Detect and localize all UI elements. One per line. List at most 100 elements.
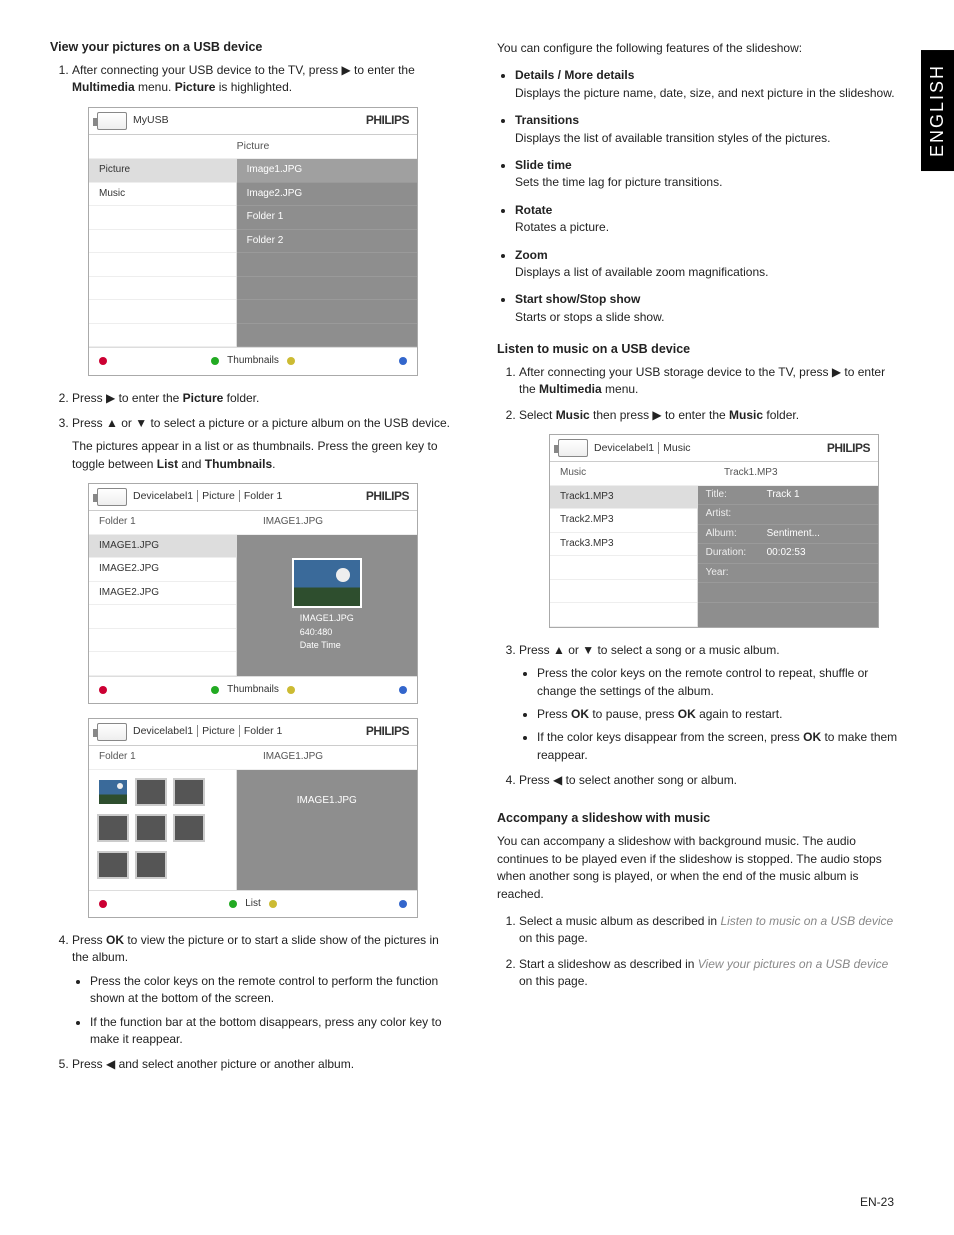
ui-folder-list-screenshot: Devicelabel1PictureFolder 1 PHILIPS Fold… [88, 483, 418, 704]
slideshow-intro: You can configure the following features… [497, 40, 904, 57]
list-item: Picture [89, 159, 236, 183]
listen-sub-3: If the color keys disappear from the scr… [537, 729, 904, 764]
usb-icon [558, 439, 588, 457]
left-arrow-icon: ◀ [553, 773, 562, 787]
usb-icon [97, 723, 127, 741]
yellow-dot-icon [269, 900, 277, 908]
view-step-5: Press ◀ and select another picture or an… [72, 1056, 457, 1073]
red-dot-icon [99, 357, 107, 365]
green-dot-icon [211, 686, 219, 694]
usb-icon [97, 488, 127, 506]
page-columns: View your pictures on a USB device After… [50, 40, 904, 1082]
view-step-4: Press OK to view the picture or to start… [72, 932, 457, 1048]
accompany-steps-list: Select a music album as described in Lis… [497, 913, 904, 991]
list-item: Track3.MP3 [550, 533, 697, 557]
heading-listen-music: Listen to music on a USB device [497, 342, 904, 356]
down-arrow-icon: ▼ [582, 643, 594, 657]
list-item: Track2.MP3 [550, 509, 697, 533]
list-item: IMAGE2.JPG [89, 582, 236, 606]
up-arrow-icon: ▲ [553, 643, 565, 657]
ui-folder-thumbnails-screenshot: Devicelabel1PictureFolder 1 PHILIPS Fold… [88, 718, 418, 918]
thumbnail-grid [89, 770, 237, 890]
philips-logo: PHILIPS [366, 488, 409, 505]
breadcrumb: Devicelabel1Music [594, 441, 695, 456]
ui-metadata-pane: Title:Track 1 Artist: Album:Sentiment...… [698, 486, 878, 627]
heading-view-pictures: View your pictures on a USB device [50, 40, 457, 54]
feature-rotate: RotateRotates a picture. [515, 202, 904, 237]
yellow-dot-icon [287, 686, 295, 694]
list-item: Image1.JPG [237, 159, 417, 183]
breadcrumb: Devicelabel1PictureFolder 1 [133, 489, 286, 504]
thumbnail [135, 778, 167, 806]
list-item: Track1.MP3 [550, 486, 697, 510]
right-arrow-icon: ▶ [106, 391, 115, 405]
list-item: Folder 2 [237, 230, 417, 254]
listen-step-1: After connecting your USB storage device… [519, 364, 904, 399]
thumbnail [173, 814, 205, 842]
left-arrow-icon: ◀ [106, 1057, 115, 1071]
thumbnail [97, 851, 129, 879]
thumbnail [135, 814, 167, 842]
down-arrow-icon: ▼ [135, 416, 147, 430]
list-item: Folder 1 [237, 206, 417, 230]
usb-icon [97, 112, 127, 130]
heading-accompany: Accompany a slideshow with music [497, 811, 904, 825]
list-item: IMAGE1.JPG [89, 535, 236, 559]
breadcrumb: Devicelabel1PictureFolder 1 [133, 724, 286, 739]
ui-preview-pane: IMAGE1.JPG [237, 770, 417, 890]
feature-start-stop: Start show/Stop showStarts or stops a sl… [515, 291, 904, 326]
ui-footer-bar: List [89, 890, 417, 918]
view-steps-list: After connecting your USB device to the … [50, 62, 457, 1074]
ui-footer-bar: Thumbnails [89, 347, 417, 375]
view-step-1: After connecting your USB device to the … [72, 62, 457, 376]
breadcrumb: MyUSB [133, 113, 173, 128]
red-dot-icon [99, 900, 107, 908]
ui-music-screenshot: Devicelabel1Music PHILIPS Music Track1.M… [549, 434, 879, 628]
blue-dot-icon [399, 686, 407, 694]
ui-right-pane: Image1.JPG Image2.JPG Folder 1 Folder 2 [237, 159, 417, 347]
view-step-4-sub1: Press the color keys on the remote contr… [90, 973, 457, 1008]
listen-steps-list: After connecting your USB storage device… [497, 364, 904, 789]
listen-step-4: Press ◀ to select another song or album. [519, 772, 904, 789]
accompany-step-2: Start a slideshow as described in View y… [519, 956, 904, 991]
list-item: Music [89, 183, 236, 207]
up-arrow-icon: ▲ [106, 416, 118, 430]
thumbnail [97, 814, 129, 842]
feature-zoom: ZoomDisplays a list of available zoom ma… [515, 247, 904, 282]
listen-step-3: Press ▲ or ▼ to select a song or a music… [519, 642, 904, 764]
ui-myusb-screenshot: MyUSB PHILIPS Picture Picture Music [88, 107, 418, 376]
philips-logo: PHILIPS [827, 440, 870, 457]
page-number: EN-23 [860, 1195, 894, 1209]
list-item: Image2.JPG [237, 183, 417, 207]
blue-dot-icon [399, 357, 407, 365]
ui-left-pane: Track1.MP3 Track2.MP3 Track3.MP3 [550, 486, 698, 627]
ui-preview-pane: IMAGE1.JPG 640:480 Date Time [237, 535, 417, 676]
philips-logo: PHILIPS [366, 112, 409, 129]
slideshow-features-list: Details / More detailsDisplays the pictu… [497, 67, 904, 326]
red-dot-icon [99, 686, 107, 694]
thumbnail [97, 778, 129, 806]
feature-transitions: TransitionsDisplays the list of availabl… [515, 112, 904, 147]
green-dot-icon [229, 900, 237, 908]
list-item: IMAGE2.JPG [89, 558, 236, 582]
ui-left-pane: Picture Music [89, 159, 237, 347]
feature-details: Details / More detailsDisplays the pictu… [515, 67, 904, 102]
green-dot-icon [211, 357, 219, 365]
listen-sub-2: Press OK to pause, press OK again to res… [537, 706, 904, 723]
right-arrow-icon: ▶ [341, 63, 350, 77]
ui-left-pane: IMAGE1.JPG IMAGE2.JPG IMAGE2.JPG [89, 535, 237, 676]
philips-logo: PHILIPS [366, 723, 409, 740]
thumbnail [173, 778, 205, 806]
right-arrow-icon: ▶ [652, 408, 661, 422]
listen-sub-1: Press the color keys on the remote contr… [537, 665, 904, 700]
right-column: You can configure the following features… [497, 40, 904, 1082]
feature-slide-time: Slide timeSets the time lag for picture … [515, 157, 904, 192]
view-step-2: Press ▶ to enter the Picture folder. [72, 390, 457, 407]
view-step-3: Press ▲ or ▼ to select a picture or a pi… [72, 415, 457, 918]
accompany-step-1: Select a music album as described in Lis… [519, 913, 904, 948]
listen-step-2: Select Music then press ▶ to enter the M… [519, 407, 904, 628]
thumbnail [135, 851, 167, 879]
accompany-intro: You can accompany a slideshow with backg… [497, 833, 904, 903]
right-arrow-icon: ▶ [832, 365, 841, 379]
yellow-dot-icon [287, 357, 295, 365]
